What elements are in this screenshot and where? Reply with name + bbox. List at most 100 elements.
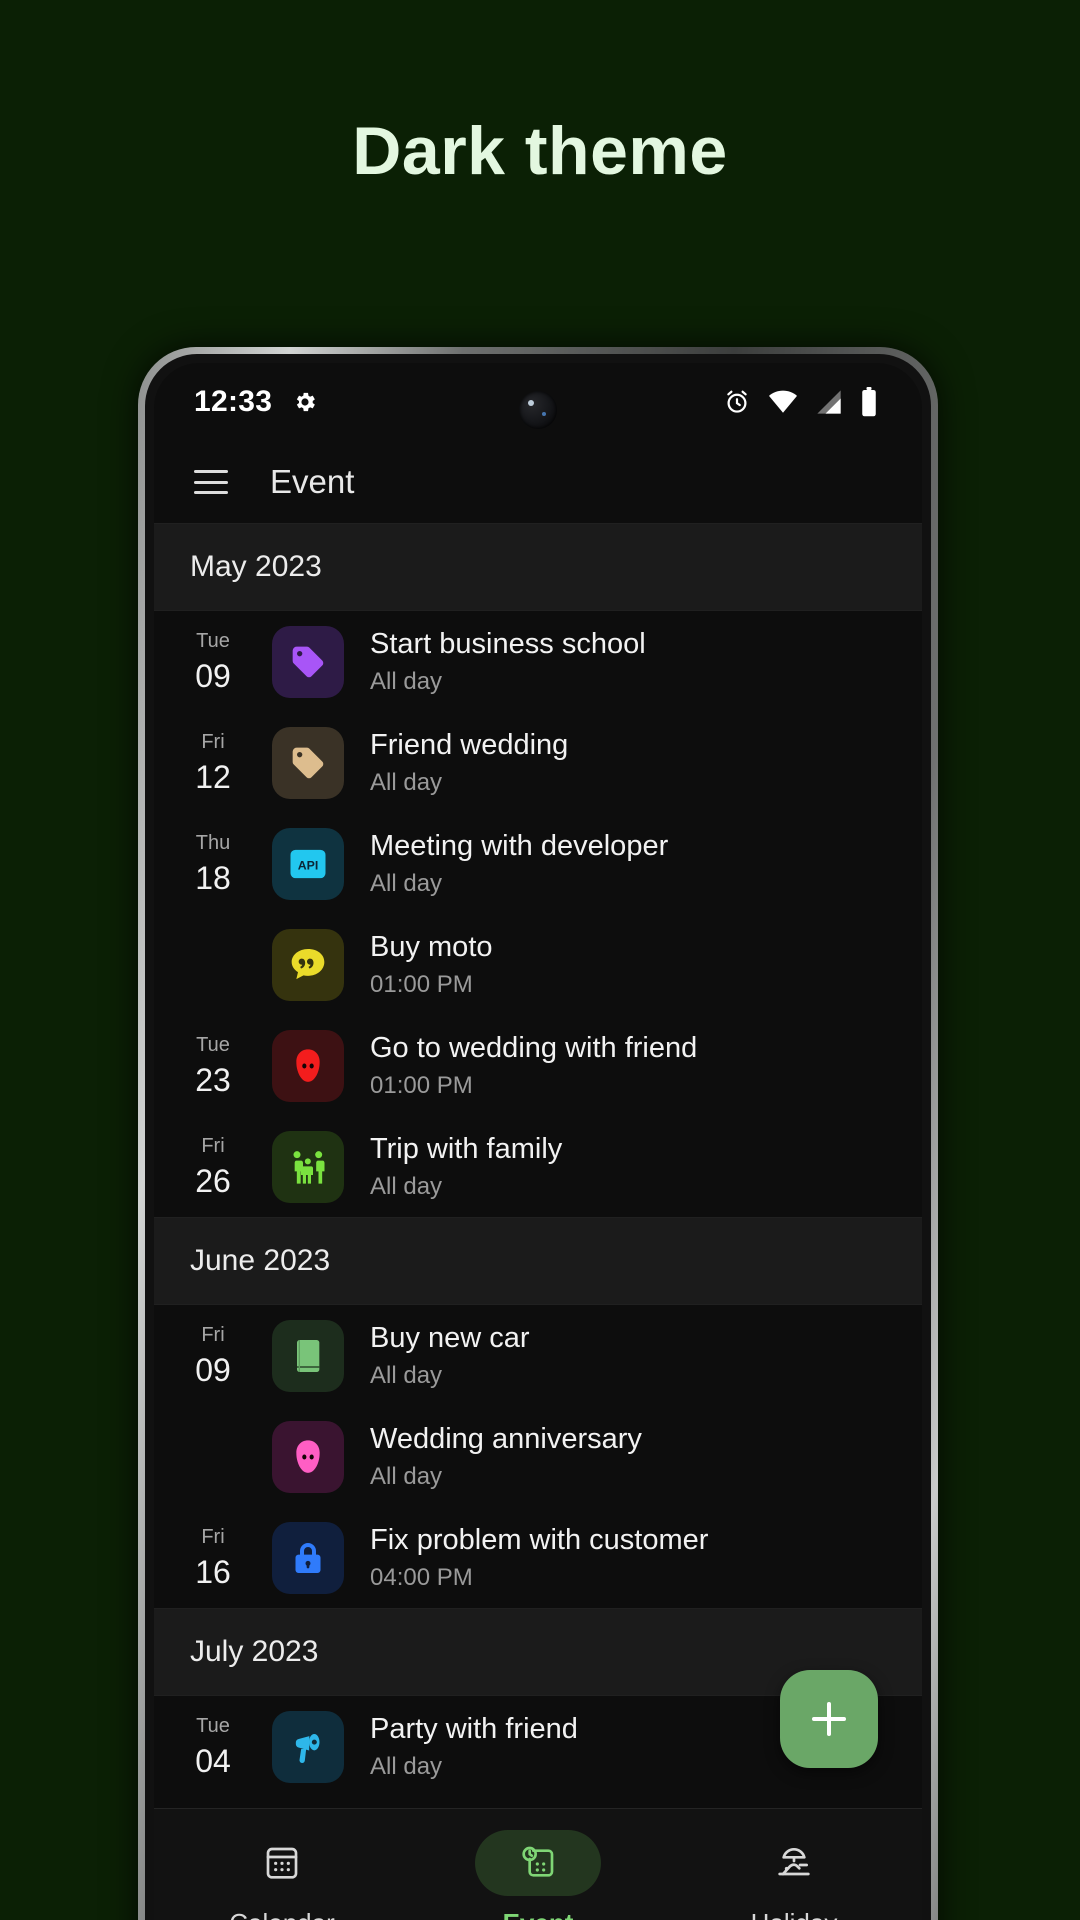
event-day-number: 04 — [195, 1743, 231, 1779]
event-row[interactable]: Thu 18 API Meeting with developer All day — [154, 813, 922, 914]
event-title: Party with friend — [370, 1712, 578, 1745]
event-date — [154, 960, 272, 969]
person-face-icon — [272, 1029, 344, 1102]
app-bar: Event — [154, 441, 922, 523]
event-day-number: 18 — [195, 860, 231, 896]
battery-icon — [860, 387, 878, 417]
cellular-signal-icon — [815, 388, 843, 416]
event-text: Party with friend All day — [370, 1713, 578, 1781]
event-day-of-week: Fri — [201, 1135, 225, 1157]
event-row[interactable]: Fri 09 Buy new car All day — [154, 1305, 922, 1406]
event-clock-icon — [475, 1830, 601, 1896]
event-title: Go to wedding with friend — [370, 1031, 698, 1064]
book-icon — [272, 1319, 344, 1392]
add-event-button[interactable] — [780, 1670, 878, 1768]
event-row[interactable]: Buy moto 01:00 PM — [154, 914, 922, 1015]
event-row[interactable]: Fri 16 Fix problem with customer 04:00 PM — [154, 1507, 922, 1608]
event-day-of-week: Tue — [196, 630, 230, 652]
event-row[interactable]: Wedding anniversary All day — [154, 1406, 922, 1507]
month-header: May 2023 — [154, 523, 922, 611]
event-title: Buy moto — [370, 930, 493, 963]
event-day-number: 26 — [195, 1163, 231, 1199]
event-time: All day — [370, 667, 443, 695]
event-row[interactable]: Tue 23 Go to wedding with friend 01:00 PM — [154, 1015, 922, 1116]
event-day-number: 09 — [195, 658, 231, 694]
event-day-number: 09 — [195, 1352, 231, 1388]
status-bar-left: 12:33 — [194, 385, 318, 419]
month-header: June 2023 — [154, 1217, 922, 1305]
event-text: Wedding anniversary All day — [370, 1423, 642, 1491]
event-day-number: 23 — [195, 1062, 231, 1098]
event-text: Go to wedding with friend 01:00 PM — [370, 1032, 697, 1100]
event-date — [154, 1452, 272, 1461]
status-bar-right — [723, 387, 878, 417]
phone-inner-bezel: 12:33 Event May 2023 Tue 09 Start busine… — [145, 354, 931, 1920]
event-text: Meeting with developer All day — [370, 830, 668, 898]
hamburger-menu-icon[interactable] — [194, 470, 228, 494]
gear-icon — [292, 389, 318, 415]
event-time: All day — [370, 768, 443, 796]
event-title: Buy new car — [370, 1321, 530, 1354]
event-time: 01:00 PM — [370, 970, 473, 998]
phone-screen: 12:33 Event May 2023 Tue 09 Start busine… — [154, 363, 922, 1920]
event-time: 04:00 PM — [370, 1563, 473, 1591]
tag-icon — [272, 625, 344, 698]
event-time: 01:00 PM — [370, 1071, 473, 1099]
event-title: Friend wedding — [370, 728, 569, 761]
event-text: Buy new car All day — [370, 1322, 530, 1390]
event-day-of-week: Fri — [201, 1324, 225, 1346]
nav-item-calendar[interactable]: Calendar — [154, 1830, 410, 1920]
event-date: Tue 09 — [154, 631, 272, 692]
event-date: Fri 09 — [154, 1325, 272, 1386]
event-title: Trip with family — [370, 1132, 563, 1165]
event-row[interactable]: Fri 26 Trip with family All day — [154, 1116, 922, 1217]
nav-label: Holiday — [751, 1908, 838, 1920]
tag-icon — [272, 726, 344, 799]
event-day-of-week: Tue — [196, 1715, 230, 1737]
event-row[interactable]: Fri 12 Friend wedding All day — [154, 712, 922, 813]
event-title: Wedding anniversary — [370, 1422, 642, 1455]
event-day-of-week: Thu — [195, 832, 231, 854]
event-date: Fri 16 — [154, 1527, 272, 1588]
wifi-icon — [768, 388, 798, 416]
promo-headline: Dark theme — [352, 113, 728, 189]
event-date: Tue 04 — [154, 1716, 272, 1777]
phone-device-frame: 12:33 Event May 2023 Tue 09 Start busine… — [138, 347, 938, 1920]
beach-umbrella-icon — [731, 1830, 857, 1896]
event-time: All day — [370, 1462, 443, 1490]
event-time: All day — [370, 1361, 443, 1389]
event-title: Meeting with developer — [370, 829, 669, 862]
megaphone-icon — [272, 1710, 344, 1783]
family-icon — [272, 1130, 344, 1203]
alarm-icon — [723, 388, 751, 416]
event-title: Fix problem with customer — [370, 1523, 709, 1556]
event-date: Tue 23 — [154, 1035, 272, 1096]
bottom-navigation-bar: Calendar Event Holiday — [154, 1808, 922, 1920]
api-icon: API — [272, 827, 344, 900]
nav-item-holiday[interactable]: Holiday — [666, 1830, 922, 1920]
event-time: All day — [370, 1172, 443, 1200]
event-text: Trip with family All day — [370, 1133, 562, 1201]
status-clock: 12:33 — [194, 385, 273, 418]
lock-icon — [272, 1521, 344, 1594]
event-row[interactable]: Tue 09 Start business school All day — [154, 611, 922, 712]
event-day-number: 12 — [195, 759, 231, 795]
event-day-of-week: Fri — [201, 1526, 225, 1548]
event-text: Buy moto 01:00 PM — [370, 931, 493, 999]
event-text: Start business school All day — [370, 628, 646, 696]
nav-item-event[interactable]: Event — [410, 1830, 666, 1920]
event-date: Fri 12 — [154, 732, 272, 793]
event-title: Start business school — [370, 627, 646, 660]
front-camera-punch-hole — [519, 391, 557, 429]
plus-icon-vertical — [827, 1702, 831, 1736]
status-bar: 12:33 — [154, 363, 922, 441]
person-face-icon — [272, 1420, 344, 1493]
page-title: Event — [270, 463, 355, 500]
event-list[interactable]: May 2023 Tue 09 Start business school All da… — [154, 523, 922, 1808]
event-day-number: 16 — [195, 1554, 231, 1590]
event-day-of-week: Fri — [201, 731, 225, 753]
nav-label: Calendar — [229, 1908, 335, 1920]
event-text: Fix problem with customer 04:00 PM — [370, 1524, 708, 1592]
nav-label: Event — [503, 1908, 574, 1920]
calendar-icon — [219, 1830, 345, 1896]
